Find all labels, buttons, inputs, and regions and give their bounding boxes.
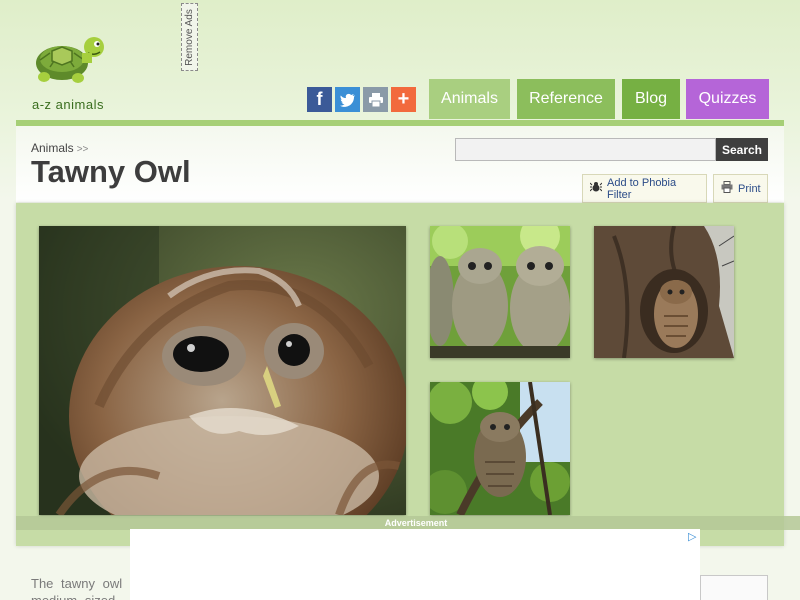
owlets-photo[interactable]	[430, 226, 570, 358]
nav-tab-quizzes[interactable]: Quizzes	[686, 79, 769, 119]
advertisement-label: Advertisement	[384, 518, 448, 528]
sidebar-box	[700, 575, 768, 600]
add-to-phobia-filter-button[interactable]: Add to Phobia Filter	[582, 174, 707, 203]
breadcrumb: Animals >>	[31, 141, 88, 155]
owl-on-branch-photo[interactable]	[430, 382, 570, 515]
turtle-logo-icon[interactable]	[30, 33, 110, 91]
twitter-icon[interactable]	[335, 87, 360, 112]
intro-paragraph: The tawny owl medium sized bir	[31, 576, 123, 600]
spider-icon	[589, 181, 603, 196]
print-share-icon[interactable]	[363, 87, 388, 112]
owl-in-tree-photo[interactable]	[594, 226, 734, 358]
search-button[interactable]: Search	[716, 138, 768, 161]
print-label: Print	[738, 182, 761, 195]
print-button[interactable]: Print	[713, 174, 768, 203]
printer-icon	[721, 181, 733, 196]
logo-text[interactable]: a-z animals	[32, 97, 104, 112]
ad-choices-icon[interactable]: ▷	[688, 530, 696, 543]
tawny-owl-main-photo[interactable]	[39, 226, 406, 515]
phobia-filter-label: Add to Phobia Filter	[607, 176, 677, 201]
breadcrumb-link-animals[interactable]: Animals	[31, 141, 74, 155]
search-input[interactable]	[455, 138, 716, 161]
facebook-icon[interactable]: f	[307, 87, 332, 112]
remove-ads-button[interactable]: Remove Ads	[181, 3, 198, 71]
advertisement-box[interactable]	[130, 529, 700, 600]
remove-ads-label: Remove Ads	[184, 8, 196, 66]
more-share-icon[interactable]: +	[391, 87, 416, 112]
nav-tab-blog[interactable]: Blog	[622, 79, 680, 119]
nav-tab-animals[interactable]: Animals	[429, 79, 510, 119]
nav-tab-reference[interactable]: Reference	[517, 79, 615, 119]
page-title: Tawny Owl	[31, 154, 191, 189]
